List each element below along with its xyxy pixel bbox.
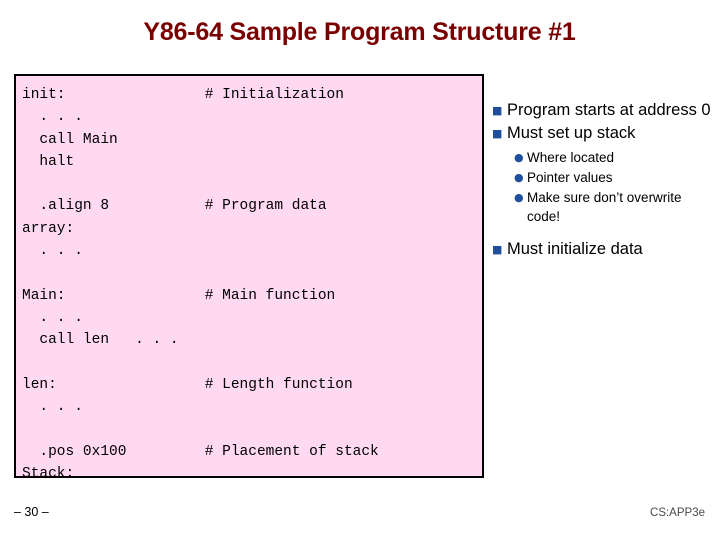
code-listing-text: init: # Initialization . . . call Main h… (22, 87, 379, 483)
bullet-item-2: ● Where located (514, 148, 712, 167)
bullet-spacer (492, 227, 712, 239)
square-bullet-icon: ■ (492, 127, 503, 140)
bullet-item-0: ■ Program starts at address 0 (492, 100, 712, 121)
round-bullet-icon: ● (514, 171, 524, 184)
bullet-label: Must initialize data (507, 240, 643, 258)
bullet-item-5: ■ Must initialize data (492, 239, 712, 260)
footer-attribution: CS:APP3e (650, 507, 705, 519)
bullet-label: Make sure don’t overwrite code! (527, 190, 682, 224)
bullet-label: Must set up stack (507, 124, 636, 142)
code-listing-box: init: # Initialization . . . call Main h… (14, 74, 484, 482)
bullet-label: Pointer values (527, 170, 613, 185)
slide-number: – 30 – (14, 505, 49, 519)
round-bullet-icon: ● (514, 151, 524, 164)
bullet-label: Where located (527, 150, 615, 165)
square-bullet-icon: ■ (492, 104, 503, 117)
page-title: Y86-64 Sample Program Structure #1 (143, 18, 576, 46)
bullet-item-1: ■ Must set up stack (492, 123, 712, 144)
round-bullet-icon: ● (514, 191, 524, 204)
bullet-item-3: ● Pointer values (514, 168, 712, 187)
square-bullet-icon: ■ (492, 243, 503, 256)
bullet-list: ■ Program starts at address 0 ■ Must set… (492, 100, 712, 262)
bullet-item-4: ● Make sure don’t overwrite code! (514, 188, 712, 226)
bullet-label: Program starts at address 0 (507, 101, 711, 119)
sub-bullet-list: ● Where located ● Pointer values ● Make … (514, 148, 712, 226)
